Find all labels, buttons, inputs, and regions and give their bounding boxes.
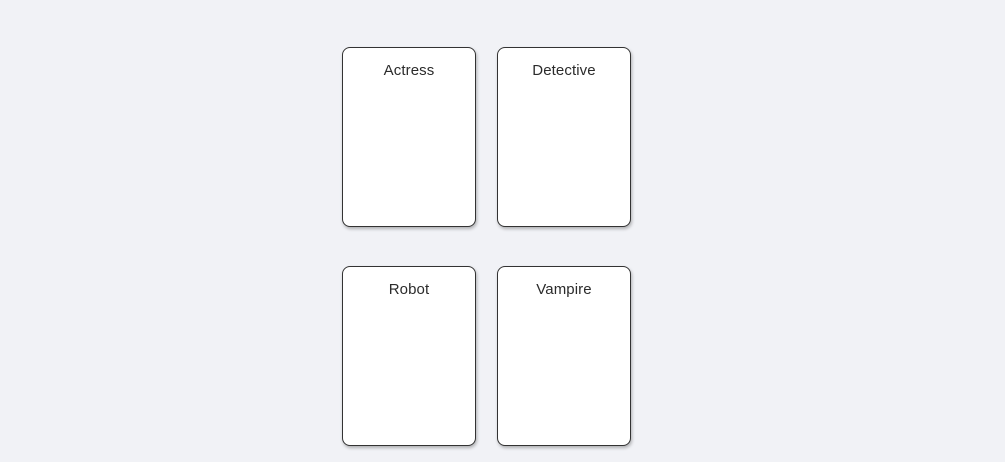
card-label: Actress	[383, 62, 435, 79]
card-label: Detective	[532, 62, 596, 79]
card-detective[interactable]: Detective	[497, 47, 631, 227]
card-label: Robot	[388, 281, 430, 298]
card-vampire[interactable]: Vampire	[497, 266, 631, 446]
card-label: Vampire	[536, 281, 592, 298]
card-robot[interactable]: Robot	[342, 266, 476, 446]
card-board: Actress Detective Robot Vampire	[0, 0, 1005, 462]
card-actress[interactable]: Actress	[342, 47, 476, 227]
